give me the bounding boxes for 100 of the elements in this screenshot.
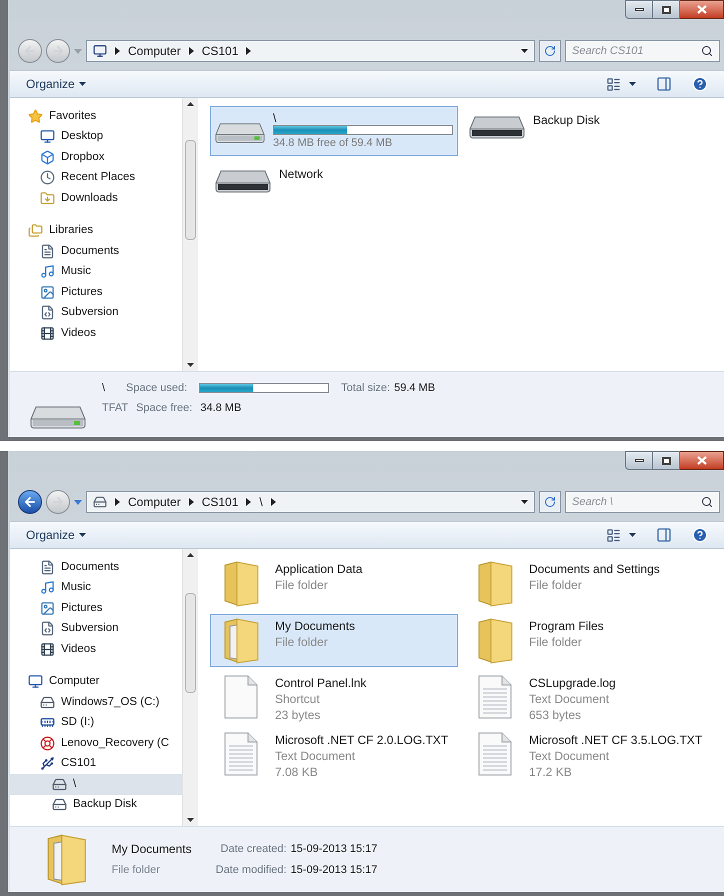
breadcrumb[interactable]: Computer <box>128 42 181 60</box>
help-button[interactable] <box>692 527 708 543</box>
scrollbar-thumb[interactable] <box>185 592 196 692</box>
view-options-button[interactable] <box>606 76 636 92</box>
sidebar-item[interactable]: Windows7_OS (C:) <box>10 692 182 712</box>
sidebar-item[interactable]: Favorites <box>10 106 182 126</box>
breadcrumb[interactable]: \ <box>259 493 263 511</box>
scrollbar[interactable] <box>182 549 198 826</box>
drive-item[interactable]: Network <box>210 160 410 198</box>
file-item[interactable]: CSLupgrade.log Text Document 653 bytes <box>464 671 712 724</box>
file-item[interactable]: My Documents File folder <box>210 614 458 667</box>
close-icon <box>696 5 706 14</box>
box-icon <box>40 150 55 165</box>
sidebar-item[interactable]: Documents <box>10 241 182 262</box>
scrollbar[interactable] <box>182 98 198 371</box>
drive-item[interactable]: Backup Disk <box>464 106 664 156</box>
sidebar-item[interactable]: Downloads <box>10 188 182 208</box>
caret-icon <box>78 533 86 537</box>
scroll-up-arrow-icon[interactable] <box>187 102 194 106</box>
view-options-button[interactable] <box>606 528 636 542</box>
help-icon <box>692 527 708 543</box>
sidebar-item[interactable]: Music <box>10 262 182 282</box>
caret-icon <box>629 82 636 86</box>
file-item[interactable]: Microsoft .NET CF 2.0.LOG.TXT Text Document 7.08 KB <box>210 728 458 781</box>
sidebar-item[interactable]: SD (I:) <box>10 712 182 733</box>
breadcrumb-arrow-icon[interactable] <box>188 498 194 506</box>
file-item[interactable]: Microsoft .NET CF 3.5.LOG.TXT Text Document 17.2 KB <box>464 728 712 781</box>
breadcrumb[interactable]: CS101 <box>202 42 238 60</box>
sidebar-item[interactable]: Videos <box>10 323 182 344</box>
sidebar-item[interactable]: Libraries <box>10 220 182 241</box>
file-info: 7.08 KB <box>275 764 319 780</box>
file-item[interactable]: Program Files File folder <box>464 614 712 667</box>
drive-item[interactable]: \ 34.8 MB free of 59.4 MB <box>210 106 458 156</box>
breadcrumb-arrow-icon[interactable] <box>270 498 276 506</box>
search-field[interactable]: Search \ <box>565 491 720 513</box>
dropdown-caret-icon[interactable] <box>521 49 528 53</box>
close-button[interactable] <box>680 0 724 19</box>
organize-button[interactable]: Organize <box>26 526 86 544</box>
sidebar-item[interactable]: Lenovo_Recovery (C <box>10 733 182 754</box>
breadcrumb-arrow-icon[interactable] <box>115 47 120 55</box>
scroll-up-arrow-icon[interactable] <box>187 553 194 557</box>
maximize-button[interactable] <box>653 0 680 19</box>
maximize-button[interactable] <box>653 451 680 470</box>
sidebar-item[interactable]: Pictures <box>10 282 182 302</box>
sidebar-item[interactable]: Computer <box>10 672 182 692</box>
document-icon <box>40 560 55 575</box>
file-info: Shortcut <box>275 691 321 707</box>
address-bar[interactable]: Computer CS101 <box>86 40 535 62</box>
sidebar-item[interactable]: Backup Disk <box>10 794 182 815</box>
scrollbar-thumb[interactable] <box>185 140 196 240</box>
field-value: 15-09-2013 15:17 <box>290 862 378 878</box>
scroll-down-arrow-icon[interactable] <box>187 818 194 822</box>
sidebar-item[interactable]: Desktop <box>10 126 182 147</box>
breadcrumb-arrow-icon[interactable] <box>115 498 120 506</box>
refresh-button[interactable] <box>539 40 561 62</box>
sidebar-item[interactable]: CS101 <box>10 754 182 774</box>
sidebar-item[interactable]: Subversion <box>10 302 182 323</box>
refresh-button[interactable] <box>539 491 561 513</box>
sidebar-item[interactable]: \ <box>10 774 182 794</box>
preview-pane-button[interactable] <box>656 76 672 92</box>
minimize-button[interactable] <box>625 451 653 470</box>
text-document-icon <box>224 732 258 776</box>
breadcrumb-arrow-icon[interactable] <box>246 47 252 55</box>
lifebuoy-icon <box>40 736 55 751</box>
view-icon <box>606 528 621 542</box>
file-item[interactable]: Control Panel.lnk Shortcut 23 bytes <box>210 671 458 724</box>
breadcrumb[interactable]: CS101 <box>202 493 238 511</box>
sidebar-item[interactable]: Music <box>10 578 182 598</box>
document-icon <box>40 621 55 636</box>
search-input[interactable]: Search \ <box>572 494 697 510</box>
preview-pane-button[interactable] <box>656 527 672 543</box>
file-info: File folder <box>529 577 583 593</box>
sidebar-item[interactable]: Dropbox <box>10 147 182 168</box>
sidebar-item[interactable]: Pictures <box>10 598 182 618</box>
search-field[interactable]: Search CS101 <box>565 40 720 62</box>
sidebar-item[interactable]: Recent Places <box>10 168 182 188</box>
organize-button[interactable]: Organize <box>26 75 86 93</box>
breadcrumb[interactable]: Computer <box>128 493 181 511</box>
dropdown-caret-icon[interactable] <box>521 500 528 504</box>
close-button[interactable] <box>680 451 724 470</box>
breadcrumb-arrow-icon[interactable] <box>188 47 194 55</box>
sidebar-item[interactable]: Videos <box>10 639 182 660</box>
address-bar[interactable]: Computer CS101 \ <box>86 491 535 513</box>
breadcrumb-arrow-icon[interactable] <box>246 498 252 506</box>
field-value: 34.8 MB <box>200 400 242 416</box>
item-type: File folder <box>112 863 161 878</box>
file-item[interactable]: Application Data File folder <box>210 557 458 610</box>
sidebar-item[interactable]: Subversion <box>10 618 182 639</box>
folder-icon <box>222 561 260 607</box>
minimize-button[interactable] <box>625 0 653 19</box>
help-button[interactable] <box>692 76 708 92</box>
search-input[interactable]: Search CS101 <box>572 42 697 60</box>
file-item[interactable]: Documents and Settings File folder <box>464 557 712 610</box>
forward-button[interactable] <box>46 39 70 63</box>
sidebar-item[interactable]: Documents <box>10 557 182 578</box>
back-button[interactable] <box>18 490 42 514</box>
scroll-down-arrow-icon[interactable] <box>187 363 194 367</box>
recent-pages-caret-icon[interactable] <box>74 500 82 504</box>
music-icon <box>40 264 55 280</box>
field-label: Date created: <box>220 842 287 857</box>
